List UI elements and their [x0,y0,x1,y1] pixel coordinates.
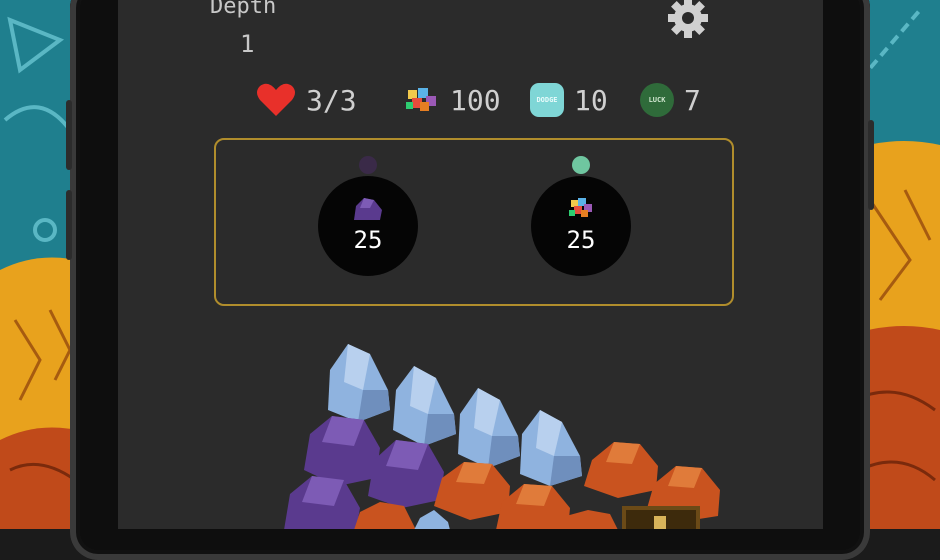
gear-icon[interactable] [666,0,710,40]
heart-icon [257,83,295,116]
gems-stat: 100 [404,80,501,120]
phone-side-button [868,120,874,210]
dodge-stat: DODGE 10 [530,80,608,120]
blue-rock[interactable] [393,366,456,446]
phone-side-button [66,190,72,260]
dodge-badge-text: DODGE [536,96,558,104]
game-screen: Depth 1 3/3 100 DODGE 10 LUCK 7 25 25 [118,0,823,529]
orange-rock[interactable] [584,442,658,498]
offer-indicator [572,156,590,174]
dodge-value: 10 [574,83,608,117]
orange-rock[interactable] [434,462,510,520]
offer-indicator [359,156,377,174]
rock-field [284,344,720,529]
offer-gems[interactable]: 25 [531,154,631,276]
offer-price: 25 [566,226,596,254]
purple-rock[interactable] [304,416,380,486]
luck-value: 7 [684,83,701,117]
blue-rock[interactable] [520,410,582,486]
offer-button[interactable]: 25 [318,176,418,276]
stats-bar: 3/3 100 DODGE 10 LUCK 7 [118,80,823,120]
phone-side-button [66,100,72,170]
luck-badge-icon: LUCK [640,83,674,117]
gems-value: 100 [450,83,501,117]
health-stat: 3/3 [256,80,357,120]
offer-price: 25 [353,226,383,254]
luck-stat: LUCK 7 [640,80,701,120]
depth-label: Depth [210,0,277,19]
purple-rock[interactable] [284,476,360,529]
blue-rock[interactable] [458,388,520,468]
treasure-chest[interactable] [622,506,700,529]
gems-icon [569,198,592,217]
depth-value: 1 [240,30,255,58]
gems-icon [406,88,436,111]
purple-ore-icon [354,198,382,220]
blue-rock[interactable] [414,510,450,529]
dodge-badge-icon: DODGE [530,83,564,117]
luck-badge-text: LUCK [648,96,666,104]
offer-button[interactable]: 25 [531,176,631,276]
blue-rock[interactable] [328,344,390,422]
health-value: 3/3 [306,83,357,117]
offer-purple-ore[interactable]: 25 [318,154,418,276]
shop-offer-panel: 25 25 [214,138,734,306]
